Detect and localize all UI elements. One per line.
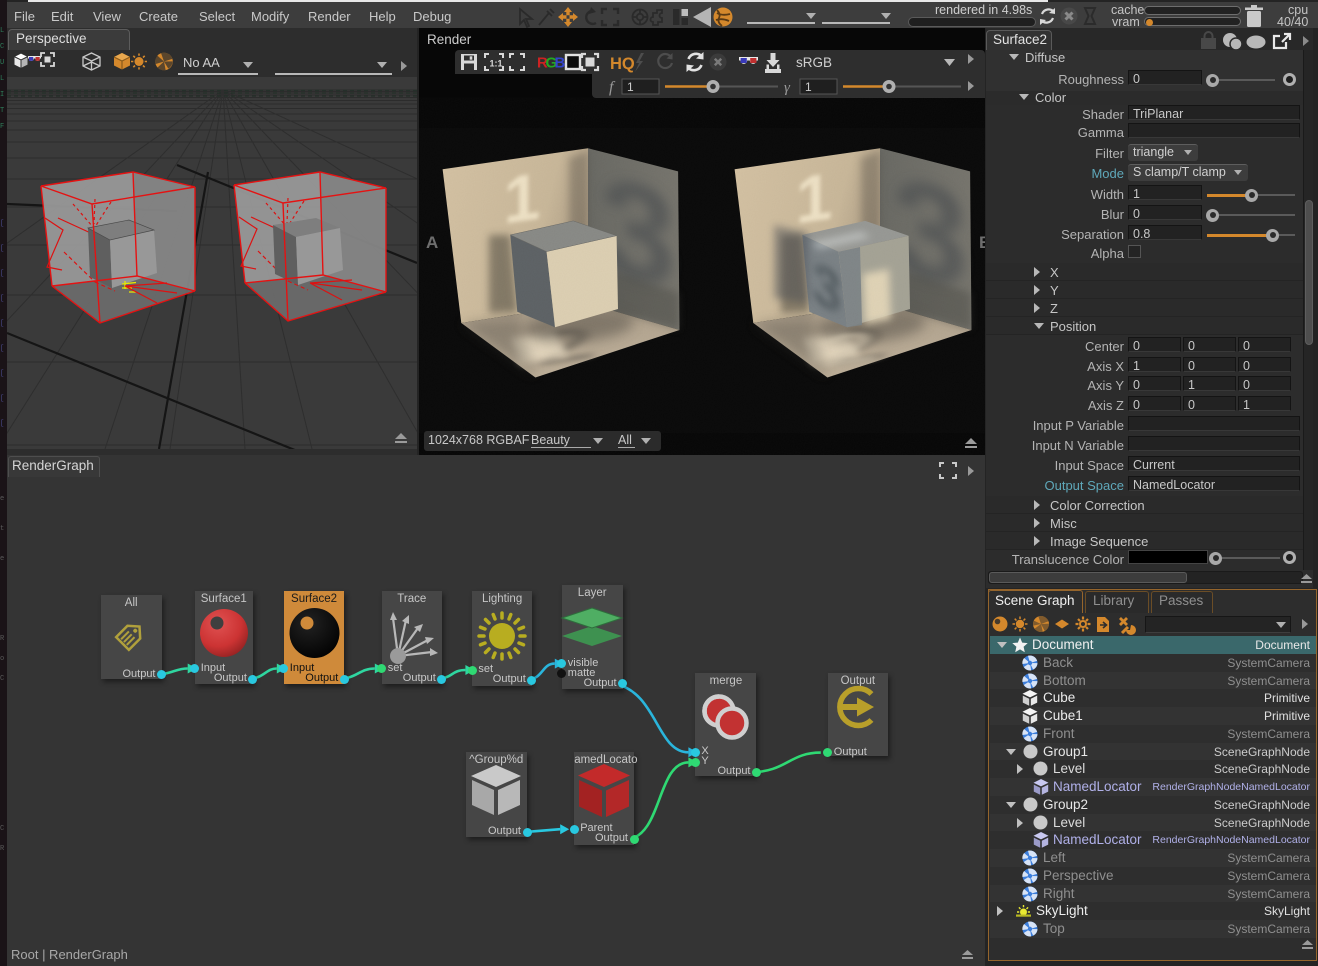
svg-text:C: C bbox=[0, 675, 4, 683]
svg-text:e: e bbox=[0, 495, 4, 503]
svg-text:T: T bbox=[0, 107, 4, 115]
svg-text:[: [ bbox=[0, 420, 4, 428]
svg-text:L: L bbox=[0, 75, 4, 83]
svg-text:[: [ bbox=[0, 270, 4, 278]
svg-text:t: t bbox=[0, 525, 4, 533]
svg-text:[: [ bbox=[0, 295, 4, 303]
svg-text:R: R bbox=[0, 845, 5, 853]
svg-text:[: [ bbox=[0, 220, 4, 228]
svg-text:C: C bbox=[0, 825, 4, 833]
svg-text:R: R bbox=[0, 635, 5, 643]
svg-text:I: I bbox=[0, 91, 4, 99]
svg-text:C: C bbox=[0, 43, 4, 51]
svg-text:[: [ bbox=[0, 245, 4, 253]
svg-text:L: L bbox=[0, 27, 4, 35]
svg-text:[: [ bbox=[0, 345, 4, 353]
svg-text:o: o bbox=[0, 655, 4, 663]
svg-text:U: U bbox=[0, 59, 4, 67]
svg-text:[: [ bbox=[0, 320, 4, 328]
svg-text:[: [ bbox=[0, 395, 4, 403]
svg-text:[: [ bbox=[0, 370, 4, 378]
svg-text:F: F bbox=[0, 123, 4, 131]
svg-text:e: e bbox=[0, 555, 4, 563]
